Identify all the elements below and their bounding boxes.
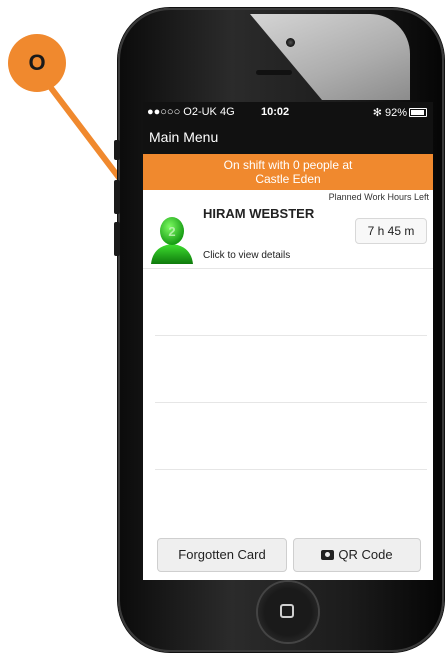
- earpiece-speaker: [256, 70, 292, 75]
- battery-indicator: ✻ 92%: [373, 106, 427, 119]
- front-camera: [286, 38, 295, 47]
- battery-icon: [409, 108, 427, 117]
- shift-banner-line2: Castle Eden: [255, 172, 321, 186]
- carrier-label: ●●○○○ O2-UK 4G: [147, 106, 235, 118]
- shift-banner-line1: On shift with 0 people at: [223, 158, 353, 172]
- qr-code-button[interactable]: QR Code: [293, 538, 421, 572]
- shift-banner: On shift with 0 people at Castle Eden: [143, 154, 433, 190]
- avatar-badge: 2: [168, 224, 175, 239]
- list-item: [155, 403, 427, 470]
- planned-hours-label: Planned Work Hours Left: [328, 192, 429, 202]
- home-button[interactable]: [258, 582, 318, 642]
- bottom-toolbar: Forgotten Card QR Code: [143, 528, 433, 580]
- clock: 10:02: [261, 106, 290, 118]
- list-item: [155, 336, 427, 403]
- home-square-icon: [280, 604, 294, 618]
- main-menu-header: Main Menu: [143, 124, 433, 154]
- app-screen: ●●○○○ O2-UK 4G 10:02 ✻ 92% Main Menu On …: [143, 102, 433, 580]
- battery-percent: ✻ 92%: [372, 107, 407, 119]
- annotation-label: O: [8, 34, 66, 92]
- view-details-link[interactable]: Click to view details: [203, 250, 290, 261]
- list-item: [155, 269, 427, 336]
- volume-up-button: [114, 180, 120, 214]
- hours-left-value: 7 h 45 m: [355, 218, 427, 244]
- status-bar: ●●○○○ O2-UK 4G 10:02 ✻ 92%: [143, 102, 433, 124]
- volume-down-button: [114, 222, 120, 256]
- mute-switch: [114, 140, 120, 160]
- camera-icon: [321, 550, 335, 560]
- qr-code-label: QR Code: [338, 547, 393, 562]
- page-title: Main Menu: [149, 129, 219, 145]
- stage: O ●●○○○ O2-UK 4G 10:02 ✻ 92% Main Menu O…: [0, 0, 448, 653]
- forgotten-card-button[interactable]: Forgotten Card: [157, 538, 287, 572]
- employee-name: HIRAM WEBSTER: [203, 206, 315, 221]
- employee-row[interactable]: Planned Work Hours Left 2 HIRAM WEBSTER: [143, 190, 433, 269]
- person-icon: 2: [151, 217, 193, 264]
